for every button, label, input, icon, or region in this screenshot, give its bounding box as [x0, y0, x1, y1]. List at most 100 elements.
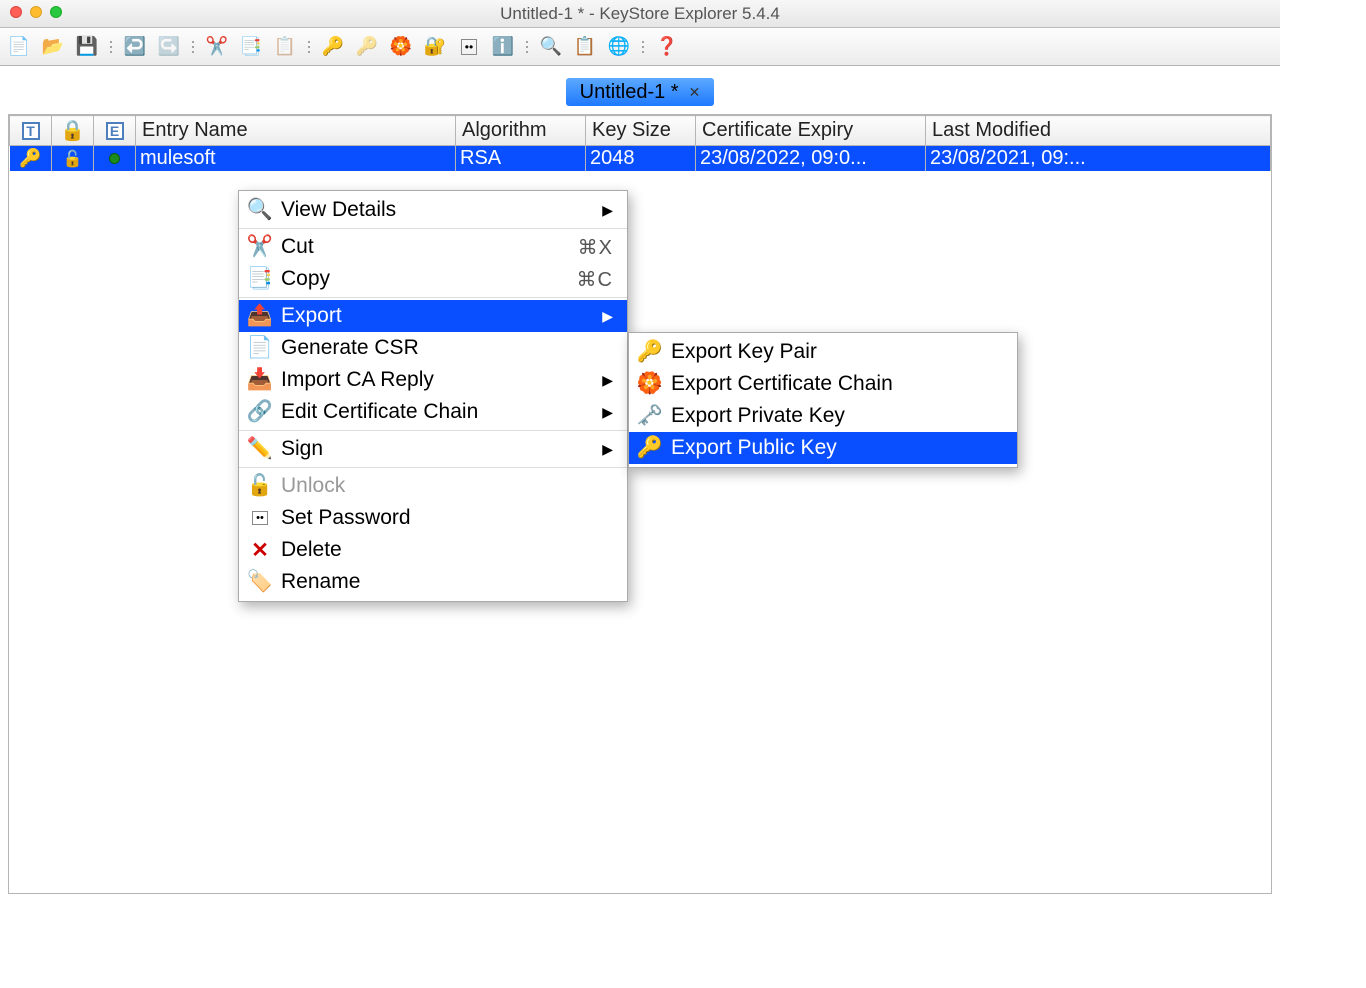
col-expiry-status[interactable]: E — [94, 116, 136, 146]
new-file-button[interactable]: 📄 — [4, 33, 34, 61]
menu-unlock: 🔓 Unlock — [239, 470, 627, 502]
cell-last-modified: 23/08/2021, 09:... — [926, 146, 1271, 172]
examine-ssl-button[interactable]: 🌐 — [604, 33, 634, 61]
generate-secretkey-button[interactable]: 🔑 — [352, 33, 382, 61]
col-cert-expiry[interactable]: Certificate Expiry — [696, 116, 926, 146]
submenu-arrow-icon: ▶ — [602, 372, 613, 389]
menu-export-private-key[interactable]: 🗝️ Export Private Key — [629, 400, 1017, 432]
menu-export[interactable]: 📤 Export ▶ — [239, 300, 627, 332]
col-type[interactable]: T — [10, 116, 52, 146]
menu-separator — [239, 297, 627, 298]
import-icon: 📥 — [249, 368, 271, 392]
cell-key-size: 2048 — [586, 146, 696, 172]
submenu-arrow-icon: ▶ — [602, 404, 613, 421]
unlocked-icon: 🔓 — [63, 151, 83, 168]
window-title: Untitled-1 * - KeyStore Explorer 5.4.4 — [0, 4, 1280, 24]
col-entry-name[interactable]: Entry Name — [136, 116, 456, 146]
examine-file-button[interactable]: 🔍 — [536, 33, 566, 61]
menu-delete[interactable]: ✕ Delete — [239, 534, 627, 566]
window-controls — [10, 6, 62, 18]
table-row[interactable]: 🔑 🔓 mulesoft RSA 2048 23/08/2022, 09:0..… — [10, 146, 1271, 172]
toolbar-separator — [523, 33, 531, 61]
menu-separator — [239, 228, 627, 229]
context-menu: 🔍 View Details ▶ ✂️ Cut ⌘X 📑 Copy ⌘C 📤 E… — [238, 190, 628, 602]
magnifier-icon: 🔍 — [249, 198, 271, 222]
export-icon: 📤 — [249, 304, 271, 328]
cell-algorithm: RSA — [456, 146, 586, 172]
examine-clipboard-button[interactable]: 📋 — [570, 33, 600, 61]
document-tab[interactable]: Untitled-1 * ✕ — [566, 78, 715, 106]
menu-export-public-key[interactable]: 🔑 Export Public Key — [629, 432, 1017, 464]
col-algorithm[interactable]: Algorithm — [456, 116, 586, 146]
menu-copy[interactable]: 📑 Copy ⌘C — [239, 263, 627, 295]
menu-export-cert-chain[interactable]: 🏵️ Export Certificate Chain — [629, 368, 1017, 400]
password-icon: •• — [249, 511, 271, 525]
close-window-button[interactable] — [10, 6, 22, 18]
table-container: T 🔒 E Entry Name Algorithm Key Size Cert… — [8, 114, 1272, 894]
toolbar-separator — [305, 33, 313, 61]
cell-cert-expiry: 23/08/2022, 09:0... — [696, 146, 926, 172]
undo-button[interactable]: ↩️ — [120, 33, 150, 61]
properties-button[interactable]: ℹ️ — [488, 33, 518, 61]
toolbar: 📄 📂 💾 ↩️ ↪️ ✂️ 📑 📋 🔑 🔑 🏵️ 🔐 •• ℹ️ 🔍 📋 🌐 … — [0, 28, 1280, 66]
help-button[interactable]: ❓ — [652, 33, 682, 61]
menu-separator — [239, 467, 627, 468]
scissors-icon: ✂️ — [249, 235, 271, 259]
submenu-arrow-icon: ▶ — [602, 441, 613, 458]
menu-set-password[interactable]: •• Set Password — [239, 502, 627, 534]
cell-entry-name: mulesoft — [136, 146, 456, 172]
shortcut-label: ⌘C — [577, 267, 613, 292]
keypair-icon: 🔑 — [639, 340, 661, 364]
import-keypair-button[interactable]: 🔐 — [420, 33, 450, 61]
menu-import-ca-reply[interactable]: 📥 Import CA Reply ▶ — [239, 364, 627, 396]
zoom-window-button[interactable] — [50, 6, 62, 18]
rename-icon: 🏷️ — [249, 570, 271, 594]
minimize-window-button[interactable] — [30, 6, 42, 18]
edit-chain-icon: 🔗 — [249, 400, 271, 424]
shortcut-label: ⌘X — [578, 235, 613, 260]
public-key-icon: 🔑 — [639, 436, 661, 460]
pen-icon: ✏️ — [249, 437, 271, 461]
tab-bar: Untitled-1 * ✕ — [0, 66, 1280, 106]
certificate-icon: 🏵️ — [639, 372, 661, 396]
toolbar-separator — [189, 33, 197, 61]
toolbar-separator — [107, 33, 115, 61]
private-key-icon: 🗝️ — [639, 404, 661, 428]
menu-cut[interactable]: ✂️ Cut ⌘X — [239, 231, 627, 263]
toolbar-separator — [639, 33, 647, 61]
open-file-button[interactable]: 📂 — [38, 33, 68, 61]
col-lock[interactable]: 🔒 — [52, 116, 94, 146]
expiry-header-icon: E — [106, 122, 124, 140]
paste-button[interactable]: 📋 — [270, 33, 300, 61]
menu-view-details[interactable]: 🔍 View Details ▶ — [239, 194, 627, 226]
set-password-button[interactable]: •• — [454, 33, 484, 61]
tab-close-icon[interactable]: ✕ — [689, 84, 701, 101]
menu-rename[interactable]: 🏷️ Rename — [239, 566, 627, 598]
keypair-icon: 🔑 — [19, 148, 41, 168]
save-file-button[interactable]: 💾 — [72, 33, 102, 61]
menu-separator — [239, 430, 627, 431]
lock-header-icon: 🔒 — [60, 120, 85, 142]
copy-icon: 📑 — [249, 267, 271, 291]
type-header-icon: T — [22, 122, 40, 140]
menu-export-key-pair[interactable]: 🔑 Export Key Pair — [629, 336, 1017, 368]
redo-button[interactable]: ↪️ — [154, 33, 184, 61]
submenu-arrow-icon: ▶ — [602, 308, 613, 325]
col-key-size[interactable]: Key Size — [586, 116, 696, 146]
col-last-modified[interactable]: Last Modified — [926, 116, 1271, 146]
import-cert-button[interactable]: 🏵️ — [386, 33, 416, 61]
unlock-icon: 🔓 — [249, 474, 271, 498]
titlebar: Untitled-1 * - KeyStore Explorer 5.4.4 — [0, 0, 1280, 28]
menu-sign[interactable]: ✏️ Sign ▶ — [239, 433, 627, 465]
entries-table: T 🔒 E Entry Name Algorithm Key Size Cert… — [9, 115, 1271, 171]
document-icon: 📄 — [249, 336, 271, 360]
menu-generate-csr[interactable]: 📄 Generate CSR — [239, 332, 627, 364]
cut-button[interactable]: ✂️ — [202, 33, 232, 61]
tab-label: Untitled-1 * — [580, 81, 679, 104]
export-submenu: 🔑 Export Key Pair 🏵️ Export Certificate … — [628, 332, 1018, 468]
delete-icon: ✕ — [249, 538, 271, 563]
generate-keypair-button[interactable]: 🔑 — [318, 33, 348, 61]
valid-status-icon — [109, 153, 120, 164]
menu-edit-cert-chain[interactable]: 🔗 Edit Certificate Chain ▶ — [239, 396, 627, 428]
copy-button[interactable]: 📑 — [236, 33, 266, 61]
